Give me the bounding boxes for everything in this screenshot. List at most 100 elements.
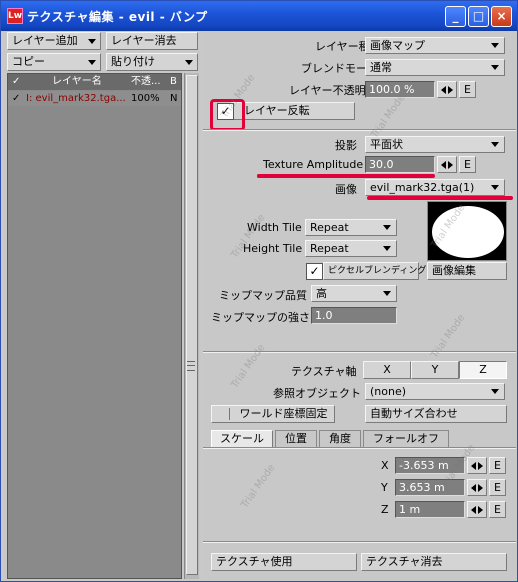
check-column-icon: ✓ — [12, 76, 21, 87]
chevron-down-icon — [491, 43, 499, 48]
blend-mode-select[interactable]: 通常 — [365, 59, 505, 76]
mipmap-strength-input[interactable]: 1.0 — [311, 307, 397, 324]
delete-layer-label: レイヤー消去 — [111, 34, 177, 47]
divider — [203, 351, 516, 353]
width-tile-value: Repeat — [310, 221, 349, 234]
scale-z-input[interactable]: 1 m — [395, 501, 465, 518]
scale-x-input[interactable]: -3.653 m — [395, 457, 465, 474]
divider — [203, 129, 516, 131]
add-layer-button[interactable]: レイヤー追加 — [7, 32, 101, 50]
layer-opacity-envelope-button[interactable]: E — [459, 81, 476, 98]
col-layer-name[interactable]: レイヤー名 — [52, 74, 102, 90]
scrollbar-thumb[interactable] — [186, 75, 198, 575]
annotation-underline — [257, 174, 297, 178]
width-tile-select[interactable]: Repeat — [305, 219, 397, 236]
add-layer-label: レイヤー追加 — [12, 34, 78, 47]
image-edit-button[interactable]: 画像編集 — [427, 262, 507, 280]
pixel-blending-label: ピクセルブレンディング — [328, 266, 427, 276]
use-texture-button[interactable]: テクスチャ使用 — [211, 553, 357, 571]
scale-x-envelope-button[interactable]: E — [489, 457, 506, 474]
height-tile-select[interactable]: Repeat — [305, 240, 397, 257]
watermark: Trial Mode — [229, 342, 268, 391]
blend-mode-value: 通常 — [370, 61, 392, 74]
axis-x-button[interactable]: X — [363, 361, 411, 379]
world-coordinates-toggle[interactable]: ワールド座標固定 — [211, 405, 335, 423]
delete-texture-button[interactable]: テクスチャ消去 — [361, 553, 507, 571]
invert-layer-label: レイヤー反転 — [244, 104, 310, 117]
texture-editor-window: Lw テクスチャ編集 - evil - バンプ _ □ × レイヤー追加 レイヤ… — [0, 0, 518, 582]
pixel-blending-checkbox[interactable]: ✓ — [306, 263, 323, 280]
tab-rotation[interactable]: 角度 — [319, 430, 361, 447]
texture-amplitude-label: Texture Amplitude — [263, 158, 364, 171]
texture-amplitude-input[interactable]: 30.0 — [365, 156, 435, 173]
annotation-underline — [367, 196, 513, 200]
col-blend[interactable]: B — [170, 74, 177, 90]
scale-z-label: Z — [381, 503, 389, 516]
pixel-blending-toggle[interactable]: ピクセルブレンディング — [323, 262, 426, 280]
title-bar[interactable]: Lw テクスチャ編集 - evil - バンプ _ □ × — [1, 1, 517, 31]
mipmap-quality-select[interactable]: 高 — [311, 285, 397, 302]
scale-x-spinner[interactable] — [467, 457, 487, 474]
layer-row-opacity: 100% — [131, 93, 160, 104]
layer-opacity-input[interactable]: 100.0 % — [365, 81, 435, 98]
scale-y-spinner[interactable] — [467, 479, 487, 496]
reference-object-select[interactable]: (none) — [365, 383, 505, 400]
delete-layer-button[interactable]: レイヤー消去 — [106, 32, 198, 50]
tab-position[interactable]: 位置 — [275, 430, 317, 447]
scale-z-spinner[interactable] — [467, 501, 487, 518]
use-texture-label: テクスチャ使用 — [216, 555, 293, 568]
chevron-down-icon — [88, 39, 96, 44]
copy-label: コピー — [12, 55, 45, 68]
layer-type-label: レイヤー種 — [315, 40, 370, 53]
projection-select[interactable]: 平面状 — [365, 136, 505, 153]
scale-y-input[interactable]: 3.653 m — [395, 479, 465, 496]
scale-y-envelope-button[interactable]: E — [489, 479, 506, 496]
layer-row-check[interactable]: ✓ — [12, 91, 20, 106]
image-label: 画像 — [335, 183, 357, 196]
watermark: Trial Mode — [239, 462, 278, 511]
maximize-button[interactable]: □ — [468, 6, 489, 27]
projection-value: 平面状 — [370, 138, 403, 151]
image-select[interactable]: evil_mark32.tga(1) — [365, 179, 505, 196]
mipmap-quality-label: ミップマップ品質 — [219, 289, 307, 302]
layer-row-blend: N — [170, 93, 178, 104]
projection-label: 投影 — [335, 139, 357, 152]
mipmap-quality-value: 高 — [316, 287, 327, 300]
layer-type-select[interactable]: 画像マップ — [365, 37, 505, 54]
scale-y-label: Y — [381, 481, 388, 494]
layer-row-name: I: evil_mark32.tga... — [26, 93, 126, 104]
tab-scale[interactable]: スケール — [211, 430, 273, 447]
chevron-down-icon — [491, 389, 499, 394]
chevron-down-icon — [383, 225, 391, 230]
tab-falloff[interactable]: フォールオフ — [363, 430, 449, 447]
scale-z-envelope-button[interactable]: E — [489, 501, 506, 518]
chevron-down-icon — [185, 60, 193, 65]
paste-button[interactable]: 貼り付け — [106, 53, 198, 71]
layer-opacity-spinner[interactable] — [437, 81, 457, 98]
image-preview[interactable] — [427, 201, 507, 261]
world-coordinates-label: ワールド座標固定 — [239, 407, 328, 420]
layer-type-value: 画像マップ — [370, 39, 425, 52]
chevron-down-icon — [491, 185, 499, 190]
invert-layer-toggle[interactable]: レイヤー反転 — [231, 102, 355, 120]
divider — [203, 447, 516, 449]
axis-y-button[interactable]: Y — [411, 361, 459, 379]
texture-amplitude-envelope-button[interactable]: E — [459, 156, 476, 173]
col-opacity[interactable]: 不透... — [131, 74, 161, 90]
axis-z-button[interactable]: Z — [459, 361, 507, 379]
layer-list-scrollbar[interactable] — [184, 73, 199, 579]
layer-panel: レイヤー追加 レイヤー消去 コピー 貼り付け ✓ レイヤー名 不透... B ✓… — [4, 31, 201, 580]
world-coordinates-checkbox[interactable] — [216, 408, 230, 420]
auto-size-button[interactable]: 自動サイズ合わせ — [365, 405, 507, 423]
reference-object-value: (none) — [370, 385, 407, 398]
close-button[interactable]: × — [491, 6, 512, 27]
minimize-button[interactable]: _ — [445, 6, 466, 27]
preview-disc-shape — [432, 206, 504, 258]
texture-amplitude-spinner[interactable] — [437, 156, 457, 173]
scale-x-label: X — [381, 459, 389, 472]
layer-row[interactable]: ✓ I: evil_mark32.tga... 100% N — [8, 91, 181, 106]
grip-icon — [187, 361, 195, 371]
copy-button[interactable]: コピー — [7, 53, 101, 71]
image-edit-label: 画像編集 — [432, 264, 476, 277]
chevron-down-icon — [491, 142, 499, 147]
